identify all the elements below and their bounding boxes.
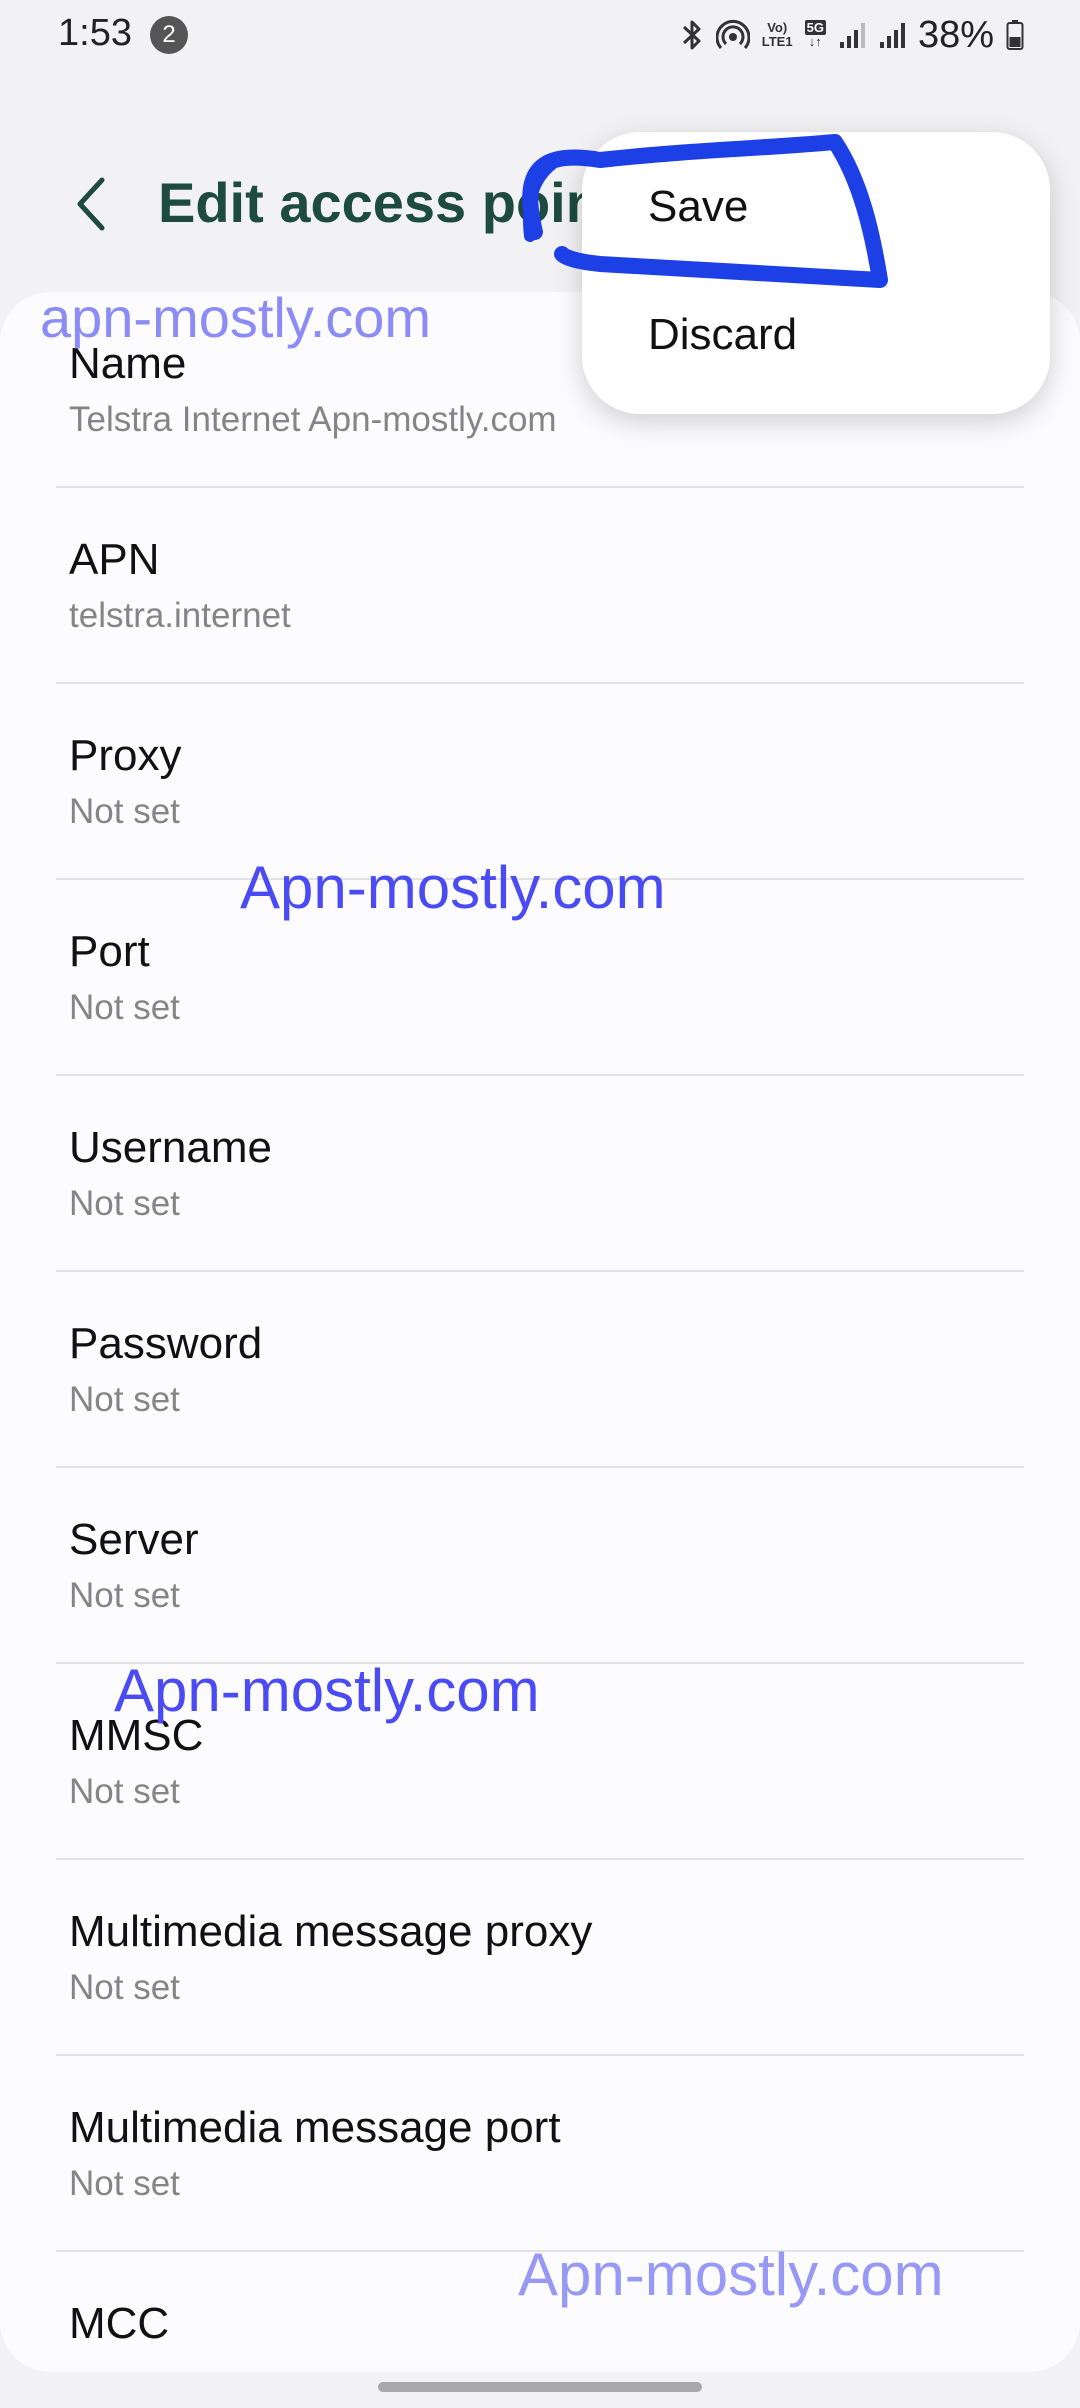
save-menu-item[interactable]: Save — [648, 182, 748, 232]
field-value: Not set — [69, 792, 180, 831]
apn-field-password[interactable]: Password Not set — [0, 1272, 1080, 1468]
field-value: Not set — [69, 1576, 180, 1615]
field-value: Not set — [69, 1184, 180, 1223]
watermark-text: apn-mostly.com — [40, 286, 432, 349]
battery-icon — [1006, 19, 1024, 51]
field-value: Not set — [69, 1772, 180, 1811]
field-value: Not set — [69, 988, 180, 1027]
field-label: Port — [69, 927, 150, 976]
5g-indicator: 5G ↓↑ — [804, 20, 826, 49]
status-time: 1:53 — [58, 12, 132, 54]
signal-strength-icon-1 — [838, 20, 866, 50]
apn-field-mms-port[interactable]: Multimedia message port Not set — [0, 2056, 1080, 2252]
field-value: Not set — [69, 1968, 180, 2007]
apn-settings-list: Name Telstra Internet Apn-mostly.com APN… — [0, 292, 1080, 2372]
volte-indicator: Vo) LTE1 — [761, 20, 793, 49]
gesture-nav-handle[interactable] — [378, 2382, 702, 2392]
apn-field-username[interactable]: Username Not set — [0, 1076, 1080, 1272]
notification-count-badge: 2 — [150, 16, 188, 54]
battery-percentage: 38% — [917, 13, 994, 56]
bluetooth-icon — [680, 18, 704, 52]
hotspot-icon — [715, 18, 750, 52]
overflow-menu: Save Discard — [582, 132, 1050, 414]
field-label: Multimedia message port — [69, 2103, 561, 2152]
watermark-text: Apn-mostly.com — [114, 1657, 540, 1724]
field-label: APN — [69, 535, 160, 584]
discard-menu-item[interactable]: Discard — [648, 310, 797, 360]
field-label: Password — [69, 1319, 263, 1368]
back-button[interactable] — [58, 168, 122, 240]
status-icons: Vo) LTE1 5G ↓↑ 38% — [680, 10, 1024, 60]
apn-field-apn[interactable]: APN telstra.internet — [0, 488, 1080, 684]
field-label: Proxy — [69, 731, 182, 780]
watermark-text: Apn-mostly.com — [240, 854, 666, 921]
field-label: Server — [69, 1515, 199, 1564]
watermark-text: Apn-mostly.com — [518, 2241, 944, 2308]
apn-field-server[interactable]: Server Not set — [0, 1468, 1080, 1664]
status-bar: 1:53 2 Vo) LTE1 5G ↓↑ 38% — [0, 0, 1080, 70]
field-value: telstra.internet — [69, 596, 291, 635]
chevron-left-icon — [77, 177, 105, 231]
field-label: Multimedia message proxy — [69, 1907, 593, 1956]
field-label: Username — [69, 1123, 272, 1172]
signal-strength-icon-2 — [878, 20, 906, 50]
apn-field-proxy[interactable]: Proxy Not set — [0, 684, 1080, 880]
apn-field-mms-proxy[interactable]: Multimedia message proxy Not set — [0, 1860, 1080, 2056]
field-value: Not set — [69, 1380, 180, 1419]
page-title: Edit access point — [158, 171, 619, 234]
field-value: Not set — [69, 2164, 180, 2203]
